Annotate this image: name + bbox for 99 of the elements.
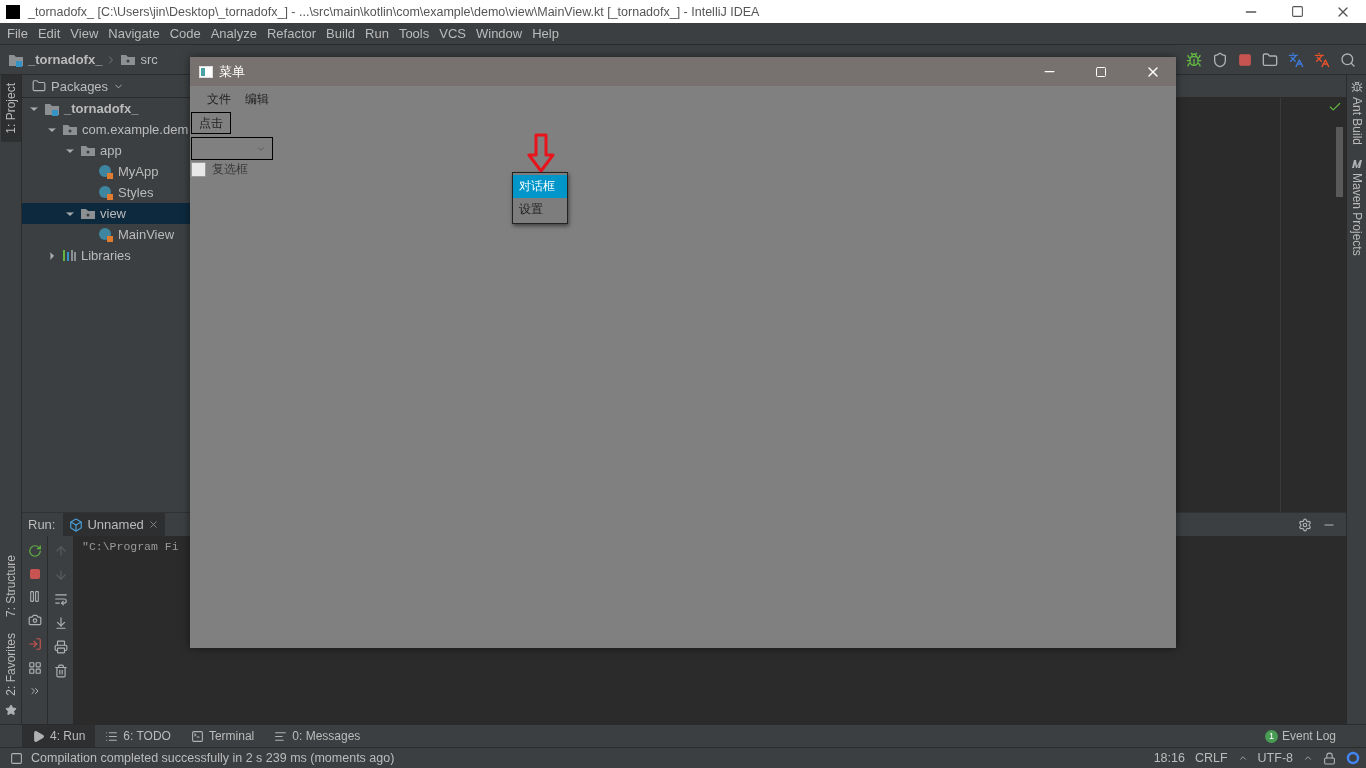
project-tool-tab[interactable]: 1: Project — [0, 75, 21, 142]
line-separator[interactable]: CRLF — [1194, 751, 1228, 765]
tree-item[interactable]: app — [22, 140, 190, 161]
print-icon[interactable] — [53, 640, 68, 654]
tree-item[interactable]: com.example.dem — [22, 119, 190, 140]
menu-item[interactable]: Code — [164, 26, 206, 41]
console-line: "C:\Program Fi — [82, 540, 180, 553]
menu-item[interactable]: 设置 — [513, 198, 567, 221]
checkbox[interactable] — [191, 162, 206, 177]
translate-icon[interactable] — [1314, 51, 1330, 68]
list-icon — [105, 729, 119, 743]
layout-icon[interactable] — [27, 661, 42, 675]
menu-item[interactable]: 对话框 — [513, 175, 567, 198]
up-down-icon — [1237, 753, 1248, 763]
folder-icon[interactable] — [1262, 51, 1278, 68]
layout-toggle-icon[interactable] — [10, 751, 23, 765]
messages-icon — [274, 729, 288, 743]
tool-window-label: Ant Build — [1349, 97, 1364, 146]
click-button[interactable]: 点击 — [191, 112, 231, 134]
run-tab[interactable]: Unnamed — [63, 513, 165, 536]
tool-window-button[interactable]: Terminal — [180, 724, 265, 748]
tool-window-tab[interactable]: 7: Structure — [0, 547, 21, 626]
checkbox-label: 复选框 — [212, 161, 248, 178]
menu-item[interactable]: Navigate — [103, 26, 165, 41]
wrap-icon[interactable] — [53, 592, 68, 606]
tool-window-tab[interactable]: Maven Projects — [1347, 151, 1366, 262]
menu-item[interactable]: VCS — [434, 26, 471, 41]
pause-icon[interactable] — [28, 590, 41, 603]
lock-icon[interactable] — [1323, 751, 1336, 765]
trash-icon[interactable] — [53, 664, 68, 678]
camera-icon[interactable] — [27, 613, 42, 627]
up-down-icon — [1303, 753, 1313, 763]
view-selector[interactable]: Packages — [51, 78, 109, 94]
menu-item[interactable]: Help — [527, 26, 564, 41]
tree-item[interactable]: view — [22, 203, 190, 224]
tree-item[interactable]: MyApp — [22, 161, 190, 182]
down-arrow-icon — [527, 133, 555, 173]
menu-item[interactable]: Edit — [32, 26, 66, 41]
app-logo-icon — [6, 4, 20, 19]
window-title: 菜单 — [219, 62, 246, 81]
tree-item[interactable]: Libraries — [22, 245, 190, 266]
tree-item[interactable]: Styles — [22, 182, 190, 203]
run-icon — [32, 729, 45, 743]
menu-item[interactable]: File — [2, 26, 33, 41]
folder-icon — [32, 79, 46, 93]
debug-icon[interactable] — [1186, 51, 1202, 68]
tool-window-tab[interactable]: Ant Build — [1347, 75, 1366, 152]
ant-icon — [1350, 81, 1363, 93]
coverage-icon[interactable] — [1212, 51, 1228, 68]
file-encoding[interactable]: UTF-8 — [1257, 751, 1293, 765]
menu-item[interactable]: Tools — [393, 26, 435, 41]
tool-window-button[interactable]: 6: TODO — [95, 724, 181, 748]
tool-window-tab[interactable]: 2: Favorites — [0, 625, 21, 704]
libraries-icon — [62, 249, 77, 262]
kotlin-class-icon — [98, 226, 114, 243]
menu-item[interactable]: View — [65, 26, 104, 41]
translate-icon[interactable] — [1288, 51, 1304, 68]
kotlin-class-icon — [98, 184, 114, 201]
run-label: Run: — [28, 517, 56, 532]
menu-item[interactable]: Window — [470, 26, 528, 41]
event-log-button[interactable]: 1 Event Log — [1264, 729, 1366, 743]
menu-item[interactable]: Run — [360, 26, 394, 41]
tree-item[interactable]: MainView — [22, 224, 190, 245]
stop-icon[interactable] — [28, 568, 41, 580]
menu-item[interactable]: Refactor — [261, 26, 322, 41]
breadcrumb[interactable]: _tornadofx_ — [28, 52, 103, 67]
tree-item[interactable]: _tornadofx_ — [22, 98, 190, 119]
settings-icon[interactable] — [1298, 517, 1312, 532]
search-icon[interactable] — [1340, 51, 1356, 68]
kotlin-class-icon — [98, 163, 114, 180]
package-folder-icon — [80, 207, 96, 220]
maven-icon — [1350, 157, 1363, 170]
scrollbar[interactable] — [1336, 127, 1343, 197]
more-icon[interactable] — [28, 685, 41, 697]
stop-icon[interactable] — [1238, 52, 1252, 67]
tool-window-button[interactable]: 4: Run — [22, 724, 96, 748]
check-icon — [1328, 100, 1342, 114]
rerun-icon[interactable] — [27, 544, 42, 558]
combo-box[interactable] — [191, 137, 273, 160]
menu-item[interactable]: 文件 — [200, 90, 238, 108]
menu-item[interactable]: Analyze — [205, 26, 262, 41]
maximize-icon[interactable] — [1290, 5, 1304, 18]
module-folder-icon — [8, 52, 24, 67]
status-message: Compilation completed successfully in 2 s 239 ms (moments ago) — [31, 751, 395, 765]
caret-position[interactable]: 18:16 — [1153, 751, 1185, 765]
package-folder-icon — [80, 144, 96, 157]
module-folder-icon — [44, 101, 60, 116]
scroll-to-end-icon[interactable] — [53, 616, 68, 630]
package-folder-icon — [62, 123, 78, 136]
breadcrumb[interactable]: src — [140, 52, 158, 67]
star-icon — [4, 704, 17, 716]
menu-item[interactable]: Build — [321, 26, 360, 41]
package-folder-icon — [120, 53, 137, 66]
window-title: _tornadofx_ [C:\Users\jin\Desktop\_tornadofx_] - ...\src\main\kotlin\com\example\demo\view\MainView.kt [_tornadofx_] - IntelliJ IDEA — [28, 4, 761, 19]
close-icon[interactable] — [147, 519, 159, 530]
terminal-icon — [190, 729, 204, 743]
menu-item[interactable]: 编辑 — [238, 90, 276, 108]
tool-window-label: Maven Projects — [1349, 173, 1364, 256]
tool-window-button[interactable]: 0: Messages — [264, 724, 371, 748]
